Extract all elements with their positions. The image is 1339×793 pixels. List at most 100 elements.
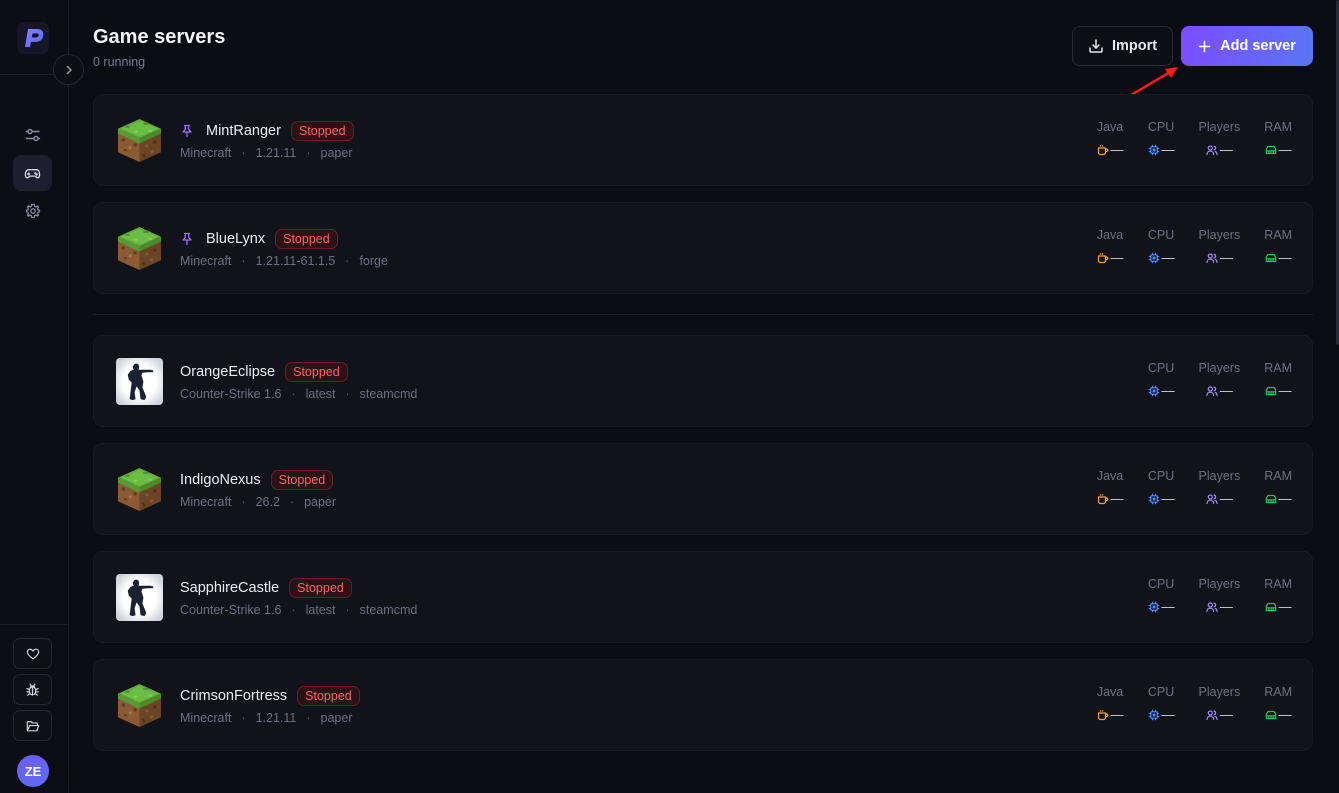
import-button[interactable]: Import: [1072, 26, 1173, 66]
server-card[interactable]: BlueLynx Stopped Minecraft · 1.21.11-61.1.5 ·…: [93, 202, 1313, 294]
stat-label: CPU: [1147, 228, 1175, 242]
stat-value-text: —: [1278, 142, 1292, 157]
pin-icon[interactable]: [180, 232, 194, 246]
users-icon: [1206, 493, 1218, 504]
counter-strike-thumbnail: [116, 574, 163, 621]
stat-value-text: —: [1219, 250, 1233, 265]
separator-dot: ·: [345, 254, 350, 268]
stat-players: Players —: [1199, 469, 1241, 506]
server-name-row: CrimsonFortress Stopped: [180, 686, 360, 706]
server-name-row: BlueLynx Stopped: [180, 229, 338, 249]
running-count: 0 running: [93, 55, 146, 69]
stat-players: Players —: [1199, 120, 1241, 157]
stat-players: Players —: [1199, 685, 1241, 722]
separator-dot: ·: [306, 711, 311, 725]
plus-icon: [1198, 40, 1211, 52]
users-icon: [1206, 252, 1218, 263]
status-badge: Stopped: [289, 578, 352, 598]
stat-label: CPU: [1147, 469, 1175, 483]
separator-dot: ·: [241, 495, 246, 509]
stat-java: Java —: [1097, 228, 1124, 265]
server-version: 1.21.11-61.1.5: [255, 254, 336, 268]
server-name[interactable]: OrangeEclipse: [180, 364, 275, 380]
server-version: 26.2: [255, 495, 280, 509]
user-avatar[interactable]: ZE: [17, 755, 49, 787]
stat-value: —: [1097, 250, 1124, 265]
stat-label: CPU: [1147, 577, 1175, 591]
stat-value-text: —: [1278, 250, 1292, 265]
add-server-button[interactable]: Add server: [1181, 26, 1313, 66]
stat-value: —: [1206, 142, 1233, 157]
stat-label: CPU: [1147, 361, 1175, 375]
stat-value: —: [1148, 491, 1175, 506]
stat-label: Players: [1198, 685, 1241, 699]
server-loader: steamcmd: [359, 603, 418, 617]
server-meta: Counter-Strike 1.6 · latest · steamcmd: [180, 387, 417, 401]
separator-dot: ·: [241, 254, 246, 268]
nav-item-settings[interactable]: [13, 193, 52, 229]
separator-dot: ·: [345, 603, 350, 617]
stat-value: —: [1265, 599, 1292, 614]
server-meta: Minecraft · 1.21.11-61.1.5 · forge: [180, 254, 388, 268]
stat-label: CPU: [1147, 685, 1175, 699]
server-card[interactable]: OrangeEclipse Stopped Counter-Strike 1.6 · l…: [93, 335, 1313, 427]
stat-label: RAM: [1264, 685, 1292, 699]
server-game: Minecraft: [180, 254, 232, 268]
server-card[interactable]: CrimsonFortress Stopped Minecraft · 1.21.11 ·…: [93, 659, 1313, 751]
separator-dot: ·: [291, 387, 296, 401]
server-loader: paper: [320, 711, 353, 725]
server-name[interactable]: CrimsonFortress: [180, 688, 287, 704]
stat-cpu: CPU —: [1148, 577, 1175, 614]
server-name[interactable]: BlueLynx: [206, 231, 265, 247]
sidebar-divider: [0, 624, 68, 625]
app-logo[interactable]: [17, 22, 49, 54]
separator-dot: ·: [241, 711, 246, 725]
stat-value-text: —: [1161, 599, 1175, 614]
status-badge: Stopped: [285, 362, 348, 382]
minecraft-thumbnail: [116, 466, 163, 513]
server-name[interactable]: IndigoNexus: [180, 472, 261, 488]
server-card[interactable]: IndigoNexus Stopped Minecraft · 26.2 · paper Ja…: [93, 443, 1313, 535]
add-server-label: Add server: [1220, 38, 1296, 54]
cpu-icon: [1148, 709, 1159, 720]
stat-value-text: —: [1161, 383, 1175, 398]
nav-item-game-servers[interactable]: [13, 155, 52, 191]
separator-dot: ·: [306, 146, 311, 160]
open-folder-button[interactable]: [13, 710, 52, 741]
stat-value: —: [1097, 707, 1124, 722]
stat-ram: RAM —: [1264, 228, 1292, 265]
server-name[interactable]: SapphireCastle: [180, 580, 279, 596]
stat-label: Java: [1096, 120, 1124, 134]
stat-label: Players: [1198, 361, 1241, 375]
pin-icon[interactable]: [180, 124, 194, 138]
stat-value-text: —: [1161, 707, 1175, 722]
stat-value: —: [1097, 142, 1124, 157]
stat-value: —: [1148, 383, 1175, 398]
status-badge: Stopped: [270, 470, 334, 490]
server-card[interactable]: SapphireCastle Stopped Counter-Strike 1.6 ·…: [93, 551, 1313, 643]
memory-icon: [1265, 494, 1276, 503]
stat-value: —: [1206, 383, 1233, 398]
stat-value: —: [1148, 599, 1175, 614]
report-bug-button[interactable]: [13, 674, 52, 705]
stat-label: CPU: [1147, 120, 1175, 134]
cpu-icon: [1148, 252, 1159, 263]
users-icon: [1206, 385, 1218, 396]
gear-icon: [25, 203, 40, 219]
stat-label: RAM: [1264, 469, 1292, 483]
cpu-icon: [1148, 493, 1159, 504]
server-name[interactable]: MintRanger: [206, 123, 281, 139]
favorites-button[interactable]: [13, 638, 52, 669]
server-card[interactable]: MintRanger Stopped Minecraft · 1.21.11 · paper…: [93, 94, 1313, 186]
stat-value-text: —: [1161, 250, 1175, 265]
server-version: 1.21.11: [255, 146, 297, 160]
stat-value: —: [1206, 599, 1233, 614]
pinned-divider: [93, 314, 1313, 315]
users-icon: [1206, 709, 1218, 720]
users-icon: [1206, 144, 1218, 155]
gamepad-icon: [24, 168, 41, 178]
status-badge: Stopped: [290, 121, 354, 141]
nav-item-sliders[interactable]: [13, 117, 52, 153]
sidebar-collapse-button[interactable]: [53, 54, 84, 85]
stat-value-text: —: [1278, 491, 1292, 506]
